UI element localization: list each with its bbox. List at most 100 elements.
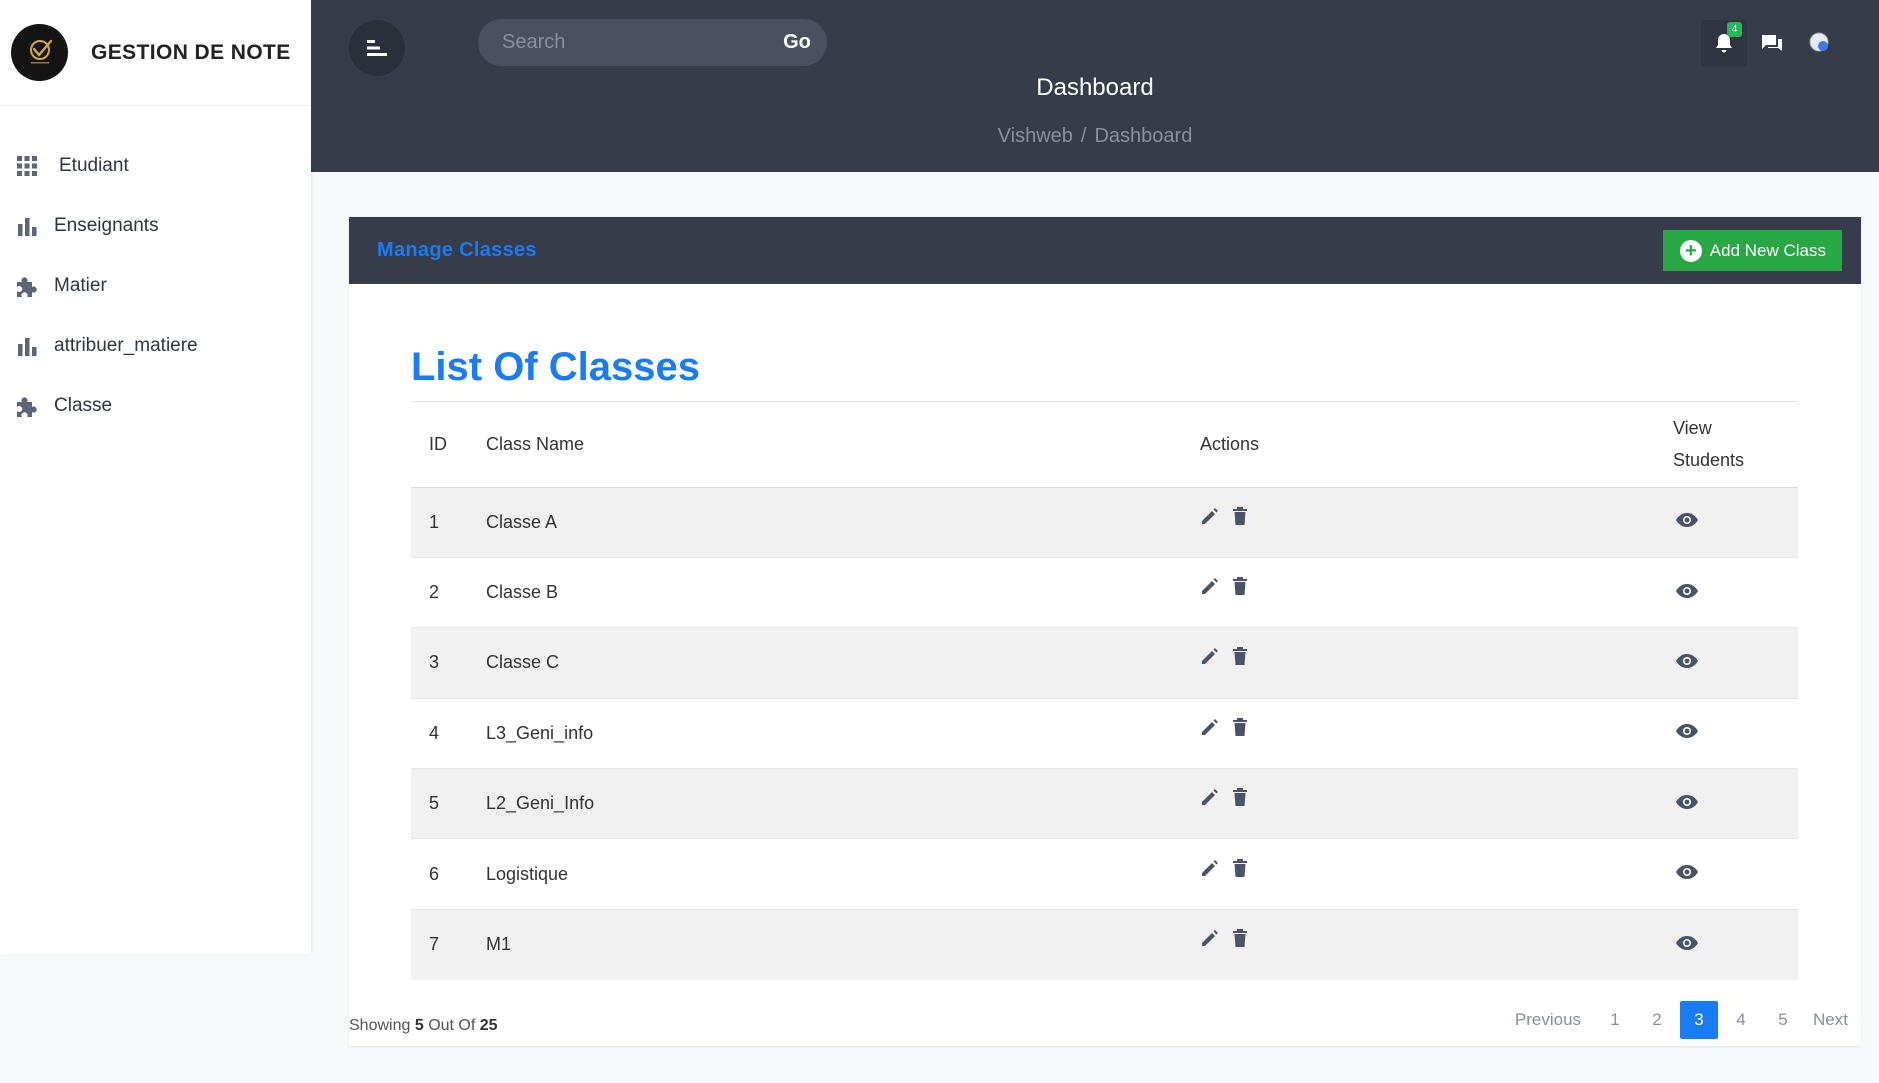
row-class-name: L3_Geni_info <box>486 697 1200 769</box>
pagination-page-4[interactable]: 4 <box>1722 1001 1760 1039</box>
table-row: 5 L2_Geni_Info <box>411 768 1798 839</box>
logo-check-icon <box>29 39 52 63</box>
showing-count: 5 <box>414 1017 424 1034</box>
pagination-page-2[interactable]: 2 <box>1638 1001 1676 1039</box>
pagination-page-3[interactable]: 3 <box>1680 1001 1719 1039</box>
bar-chart-icon <box>14 333 40 359</box>
add-new-class-button[interactable]: + Add New Class <box>1662 230 1842 271</box>
column-header-actions: Actions <box>1200 402 1673 488</box>
row-id: 5 <box>411 768 486 839</box>
row-class-name: Classe A <box>486 486 1200 558</box>
table-row: 3 Classe C <box>411 627 1798 699</box>
header-icons: 4 <box>1699 20 1843 66</box>
sidebar-item-attribuer-matiere[interactable]: attribuer_matiere <box>0 316 311 376</box>
edit-icon[interactable] <box>1200 717 1220 737</box>
row-id: 4 <box>411 697 486 769</box>
pagination: Previous 1 2 3 4 5 Next <box>1506 1001 1853 1039</box>
row-actions <box>1200 627 1673 699</box>
breadcrumb-separator: / <box>1080 125 1087 147</box>
add-new-class-label: Add New Class <box>1709 240 1826 260</box>
profile-avatar-button[interactable] <box>1797 20 1843 66</box>
row-id: 6 <box>411 838 486 910</box>
list-title: List Of Classes <box>411 345 701 389</box>
menu-icon <box>367 40 387 56</box>
sidebar-item-label: Classe <box>54 395 113 416</box>
row-id: 2 <box>411 556 486 628</box>
search-input[interactable] <box>478 19 767 66</box>
app-logo[interactable] <box>11 24 68 81</box>
menu-toggle-button[interactable] <box>349 20 405 76</box>
edit-icon[interactable] <box>1200 506 1220 526</box>
pagination-page-5[interactable]: 5 <box>1764 1001 1802 1039</box>
card-title: Manage Classes <box>377 239 537 261</box>
showing-total: 25 <box>479 1017 498 1034</box>
search-go-button[interactable]: Go <box>767 19 827 66</box>
sidebar-item-label: Matier <box>54 275 107 296</box>
pagination-previous[interactable]: Previous <box>1510 1001 1586 1039</box>
row-id: 1 <box>411 486 486 558</box>
row-actions <box>1200 697 1673 769</box>
edit-icon[interactable] <box>1200 646 1220 666</box>
row-id: 3 <box>411 627 486 699</box>
row-actions <box>1200 838 1673 910</box>
eye-icon[interactable] <box>1675 793 1699 811</box>
top-header: Go Dashboard Vishweb / Dashboard 4 <box>311 0 1879 172</box>
puzzle-icon <box>14 393 40 419</box>
delete-icon[interactable] <box>1230 646 1250 666</box>
manage-classes-card: Manage Classes + Add New Class List Of C… <box>349 217 1861 1046</box>
eye-icon[interactable] <box>1675 511 1699 529</box>
sidebar: GESTION DE NOTE Etudiant Enseignants Mat… <box>0 0 311 954</box>
delete-icon[interactable] <box>1230 576 1250 596</box>
pagination-page-1[interactable]: 1 <box>1596 1001 1634 1039</box>
chat-icon <box>1762 35 1782 51</box>
row-view <box>1673 556 1798 628</box>
notifications-button[interactable]: 4 <box>1701 20 1747 66</box>
breadcrumb: Vishweb / Dashboard <box>311 125 1879 148</box>
bar-chart-icon <box>14 213 40 239</box>
page-title: Dashboard <box>1036 74 1154 101</box>
row-actions <box>1200 768 1673 839</box>
row-class-name: L2_Geni_Info <box>486 768 1200 839</box>
search-bar: Go <box>478 19 827 66</box>
eye-icon[interactable] <box>1675 863 1699 881</box>
row-id: 7 <box>411 908 486 980</box>
avatar-icon <box>1809 32 1829 52</box>
row-view <box>1673 838 1798 910</box>
row-view <box>1673 768 1798 839</box>
sidebar-item-classe[interactable]: Classe <box>0 376 311 436</box>
edit-icon[interactable] <box>1200 928 1220 948</box>
edit-icon[interactable] <box>1200 858 1220 878</box>
column-header-id: ID <box>411 402 486 488</box>
row-class-name: M1 <box>486 908 1200 980</box>
eye-icon[interactable] <box>1675 722 1699 740</box>
edit-icon[interactable] <box>1200 787 1220 807</box>
breadcrumb-link-vishweb[interactable]: Vishweb <box>998 125 1073 147</box>
eye-icon[interactable] <box>1675 582 1699 600</box>
pagination-next[interactable]: Next <box>1808 1001 1853 1039</box>
table-row: 7 M1 <box>411 908 1798 980</box>
edit-icon[interactable] <box>1200 576 1220 596</box>
delete-icon[interactable] <box>1230 787 1250 807</box>
breadcrumb-current: Dashboard <box>1094 125 1193 147</box>
table-row: 6 Logistique <box>411 838 1798 910</box>
eye-icon[interactable] <box>1675 652 1699 670</box>
sidebar-item-matier[interactable]: Matier <box>0 256 311 316</box>
sidebar-item-enseignants[interactable]: Enseignants <box>0 196 311 256</box>
delete-icon[interactable] <box>1230 858 1250 878</box>
sidebar-item-etudiant[interactable]: Etudiant <box>0 136 311 196</box>
row-view <box>1673 908 1798 980</box>
row-view <box>1673 486 1798 558</box>
grid-icon <box>14 153 40 179</box>
row-class-name: Logistique <box>486 838 1200 910</box>
eye-icon[interactable] <box>1675 934 1699 952</box>
card-header: Manage Classes + Add New Class <box>349 217 1861 284</box>
delete-icon[interactable] <box>1230 717 1250 737</box>
row-class-name: Classe C <box>486 627 1200 699</box>
sidebar-nav: Etudiant Enseignants Matier attribuer_ma… <box>0 106 311 436</box>
messages-button[interactable] <box>1749 20 1795 66</box>
delete-icon[interactable] <box>1230 506 1250 526</box>
table-row: 1 Classe A <box>411 486 1798 558</box>
row-actions <box>1200 908 1673 980</box>
delete-icon[interactable] <box>1230 928 1250 948</box>
column-header-view-students: View Students <box>1673 402 1798 488</box>
